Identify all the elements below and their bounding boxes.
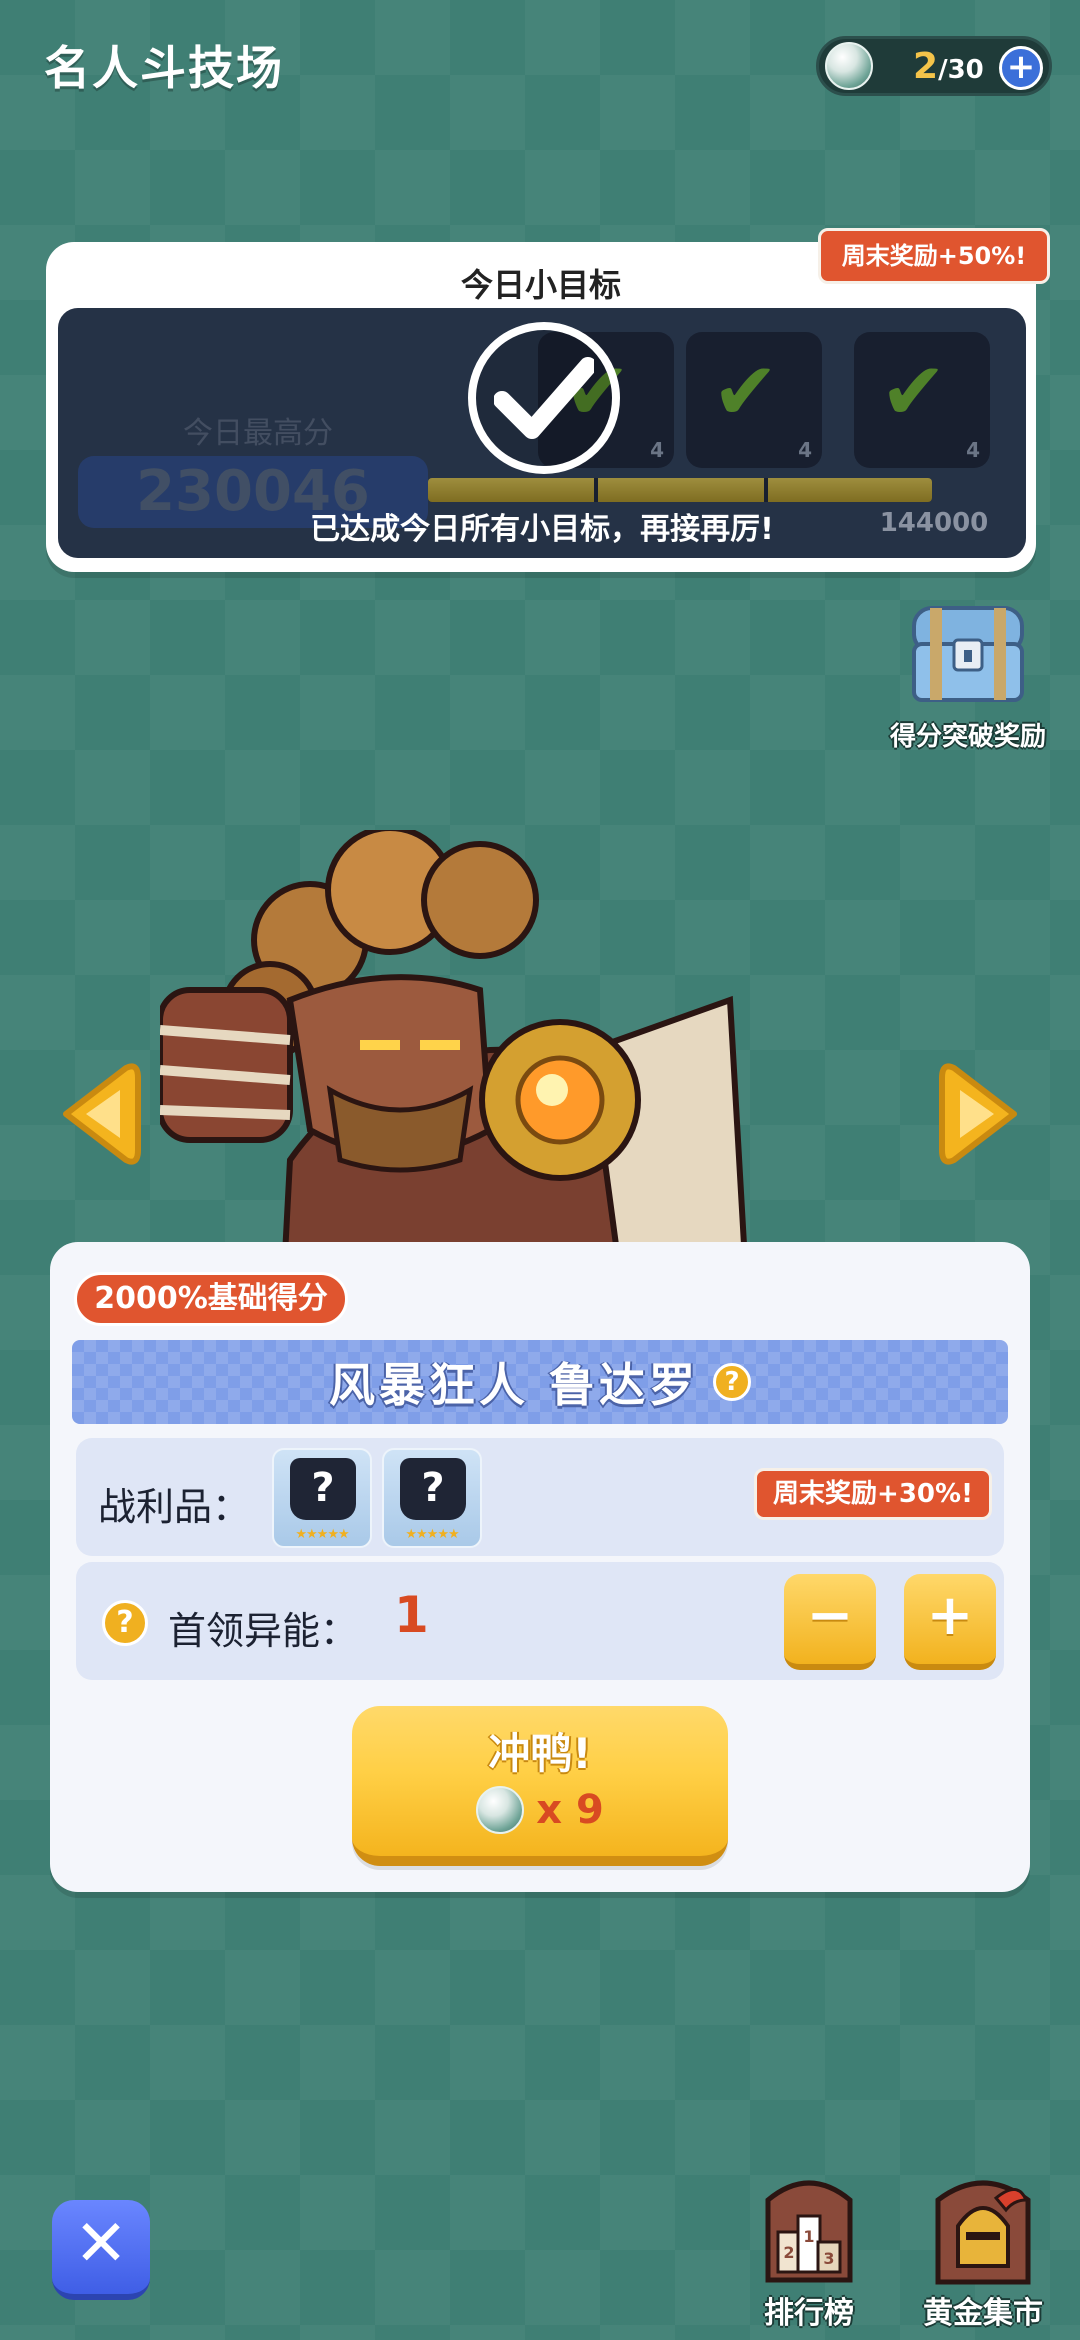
boss-ability-row: ? 首领异能： 1 − + — [76, 1562, 1004, 1680]
chest-icon — [912, 606, 1024, 702]
base-score-badge: 2000%基础得分 — [74, 1272, 348, 1326]
energy-separator: / — [938, 54, 948, 85]
start-battle-button[interactable]: 冲鸭! x 9 — [352, 1706, 728, 1866]
loot-item[interactable]: ? ★★★★★ — [272, 1448, 372, 1548]
svg-text:3: 3 — [823, 2249, 834, 2268]
star-rating: ★★★★★ — [295, 1527, 349, 1542]
chest-label: 得分突破奖励 — [889, 722, 1046, 752]
leaderboard-label: 排行榜 — [764, 2296, 854, 2331]
daily-goal-panel: 今日最高分 230046 ✔ 4 ✔ 4 ✔ 4 144000 已达成今日所有小 — [58, 308, 1026, 558]
loot-row: 战利品： ? ★★★★★ ? ★★★★★ 周末奖励+30%! — [76, 1438, 1004, 1556]
help-icon[interactable]: ? — [102, 1600, 148, 1646]
gem-icon — [476, 1786, 525, 1834]
loot-item[interactable]: ? ★★★★★ — [382, 1448, 482, 1548]
energy-counter[interactable]: 2 / 30 + — [816, 36, 1052, 96]
gem-icon — [825, 42, 873, 90]
help-icon[interactable]: ? — [713, 1363, 751, 1401]
ability-value: 1 — [394, 1586, 429, 1644]
completed-check-icon — [468, 322, 620, 474]
loot-weekend-bonus-badge: 周末奖励+30%! — [754, 1468, 992, 1520]
gold-market-button[interactable]: 黄金集市 — [908, 2170, 1058, 2331]
loot-label: 战利品： — [98, 1485, 251, 1529]
leaderboard-button[interactable]: 2 1 3 排行榜 — [734, 2170, 884, 2331]
decrease-ability-button[interactable]: − — [784, 1574, 876, 1670]
gold-market-label: 黄金集市 — [923, 2296, 1043, 2331]
previous-boss-arrow[interactable] — [56, 1058, 142, 1170]
start-battle-label: 冲鸭! — [488, 1729, 592, 1778]
energy-count: 2 / 30 — [913, 46, 984, 87]
battle-cost-value: x 9 — [536, 1787, 604, 1833]
daily-goal-card: 今日小目标 周末奖励+50%! 今日最高分 230046 ✔ 4 ✔ 4 ✔ 4… — [46, 228, 1050, 572]
weekend-bonus-badge: 周末奖励+50%! — [818, 228, 1050, 284]
knight-helmet-icon — [935, 2180, 1031, 2285]
page-title: 名人斗技场 — [44, 41, 284, 95]
podium-icon: 2 1 3 — [765, 2180, 853, 2283]
star-rating: ★★★★★ — [405, 1527, 459, 1542]
add-energy-button[interactable]: + — [999, 46, 1043, 90]
energy-max: 30 — [947, 54, 984, 85]
boss-name: 风暴狂人 鲁达罗 — [328, 1358, 699, 1412]
score-reward-chest-button[interactable]: 得分突破奖励 — [868, 600, 1068, 760]
completed-message: 已达成今日所有小目标，再接再厉! — [310, 512, 774, 547]
svg-text:1: 1 — [803, 2227, 814, 2246]
unknown-armor-icon: ? — [290, 1458, 356, 1520]
unknown-armor-icon: ? — [400, 1458, 466, 1520]
svg-text:2: 2 — [783, 2243, 794, 2262]
boss-name-banner: 风暴狂人 鲁达罗 ? — [72, 1340, 1008, 1424]
ability-label: 首领异能： — [168, 1609, 359, 1653]
battle-cost: x 9 — [352, 1786, 728, 1834]
energy-current: 2 — [913, 45, 939, 87]
increase-ability-button[interactable]: + — [904, 1574, 996, 1670]
close-button[interactable]: ✕ — [52, 2200, 150, 2300]
boss-panel: 2000%基础得分 风暴狂人 鲁达罗 ? 战利品： ? ★★★★★ ? ★★★★… — [50, 1242, 1030, 1892]
next-boss-arrow[interactable] — [938, 1058, 1024, 1170]
